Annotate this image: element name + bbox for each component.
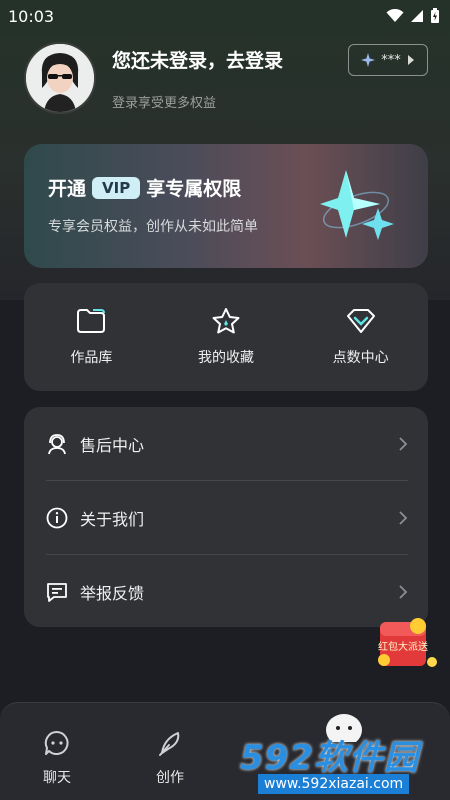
vip-subtitle: 专享会员权益，创作从未如此简单 — [48, 219, 258, 235]
play-arrow-icon — [407, 55, 414, 65]
profile-section: 您还未登录，去登录 登录享受更多权益 *** — [24, 42, 428, 114]
status-bar: 10:03 — [0, 0, 450, 32]
chevron-right-icon — [399, 584, 408, 599]
quick-item-works[interactable]: 作品库 — [31, 307, 151, 367]
signal-icon — [411, 10, 423, 22]
red-packet-icon: 红包大派送 — [378, 618, 437, 667]
quick-item-label: 点数中心 — [332, 350, 389, 366]
nav-tab-chat[interactable]: 聊天 — [17, 729, 97, 787]
vip-title-prefix: 开通 — [48, 178, 87, 200]
chevron-right-icon — [399, 510, 408, 525]
crystal-icon — [361, 53, 376, 67]
quick-item-favorites[interactable]: 我的收藏 — [166, 307, 286, 367]
feedback-icon — [47, 582, 67, 602]
info-icon — [46, 507, 68, 528]
feather-icon — [159, 732, 180, 756]
watermark: 592软件园 www.592xiazai.com — [240, 716, 450, 800]
menu-item-report-feedback[interactable]: 举报反馈 — [24, 555, 428, 628]
login-benefit-text: 登录享受更多权益 — [112, 96, 217, 111]
quick-actions-card: 作品库 我的收藏 点数中心 — [24, 283, 428, 391]
points-button[interactable]: *** — [348, 44, 428, 76]
chat-icon — [44, 730, 69, 755]
menu-item-label: 关于我们 — [80, 509, 145, 529]
quick-item-label: 作品库 — [70, 350, 113, 366]
nav-tab-create[interactable]: 创作 — [130, 729, 210, 787]
status-time: 10:03 — [8, 6, 55, 26]
headset-icon — [48, 433, 66, 454]
red-packet-float-button[interactable]: 红包大派送 — [374, 616, 440, 674]
vip-title: 开通 VIP 享专属权限 — [48, 174, 241, 201]
vip-badge: VIP — [92, 176, 141, 199]
avatar[interactable] — [24, 42, 96, 114]
star-icon — [212, 308, 240, 334]
menu-item-label: 售后中心 — [80, 435, 145, 455]
vip-title-suffix: 享专属权限 — [146, 178, 242, 200]
battery-icon — [431, 8, 439, 23]
quick-item-points-center[interactable]: 点数中心 — [301, 307, 421, 367]
watermark-logo-text: 592软件园 — [240, 738, 419, 778]
chevron-right-icon — [399, 436, 408, 451]
nav-tab-label: 创作 — [156, 770, 184, 786]
login-prompt[interactable]: 您还未登录，去登录 — [112, 46, 283, 73]
folder-icon — [77, 309, 106, 333]
wifi-icon — [386, 9, 404, 22]
sparkle-star-icon — [320, 170, 394, 240]
vip-banner[interactable]: 开通 VIP 享专属权限 专享会员权益，创作从未如此简单 — [24, 144, 428, 268]
menu-item-after-sales[interactable]: 售后中心 — [24, 407, 428, 480]
red-packet-text: 红包大派送 — [378, 640, 428, 653]
points-value: *** — [381, 52, 401, 68]
quick-item-label: 我的收藏 — [197, 350, 254, 366]
status-icons — [386, 8, 440, 24]
nav-tab-label: 聊天 — [43, 770, 71, 786]
diamond-icon — [346, 309, 375, 333]
menu-item-about-us[interactable]: 关于我们 — [24, 481, 428, 554]
menu-item-label: 举报反馈 — [80, 583, 145, 603]
watermark-url: www.592xiazai.com — [258, 774, 410, 794]
menu-list-card: 售后中心 关于我们 举报反馈 — [24, 407, 428, 627]
